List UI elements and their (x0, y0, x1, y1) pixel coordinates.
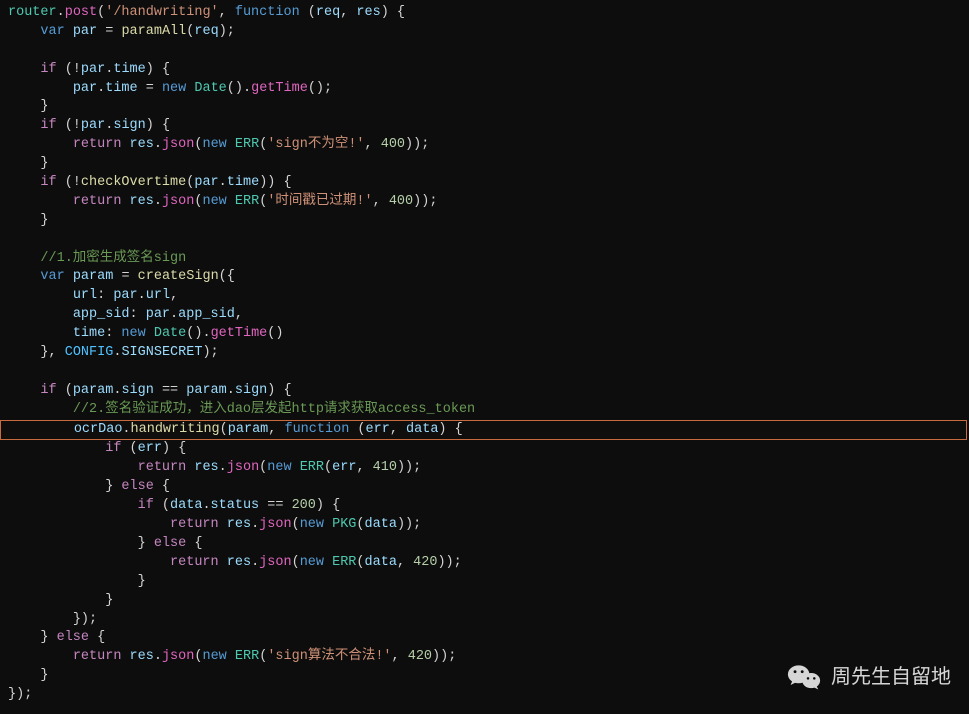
code-line[interactable]: //2.签名验证成功，进入dao层发起http请求获取access_token (8, 401, 969, 420)
code-line[interactable]: return res.json(new ERR(data, 420)); (8, 554, 969, 573)
code-line[interactable]: return res.json(new ERR('时间戳已过期!', 400))… (8, 193, 969, 212)
code-line[interactable]: if (!par.time) { (8, 61, 969, 80)
code-line[interactable]: } (8, 592, 969, 611)
code-line[interactable] (8, 42, 969, 61)
code-line[interactable]: return res.json(new PKG(data)); (8, 516, 969, 535)
code-line[interactable]: } (8, 155, 969, 174)
code-editor[interactable]: router.post('/handwriting', function (re… (0, 0, 969, 705)
code-line[interactable]: }); (8, 611, 969, 630)
code-line[interactable]: app_sid: par.app_sid, (8, 306, 969, 325)
code-line[interactable]: if (param.sign == param.sign) { (8, 382, 969, 401)
code-line[interactable]: } (8, 212, 969, 231)
code-line[interactable]: }, CONFIG.SIGNSECRET); (8, 344, 969, 363)
code-line[interactable]: return res.json(new ERR('sign不为空!', 400)… (8, 136, 969, 155)
code-line[interactable]: } else { (8, 629, 969, 648)
code-line[interactable]: url: par.url, (8, 287, 969, 306)
watermark: 周先生自留地 (787, 660, 951, 694)
code-line[interactable]: par.time = new Date().getTime(); (8, 80, 969, 99)
code-line[interactable] (8, 363, 969, 382)
code-line[interactable]: } (8, 98, 969, 117)
code-line[interactable]: if (!par.sign) { (8, 117, 969, 136)
code-line[interactable]: //1.加密生成签名sign (8, 250, 969, 269)
code-line[interactable]: time: new Date().getTime() (8, 325, 969, 344)
code-line[interactable]: if (!checkOvertime(par.time)) { (8, 174, 969, 193)
code-line[interactable]: ocrDao.handwriting(param, function (err,… (0, 420, 967, 441)
wechat-icon (787, 660, 821, 694)
code-line[interactable]: router.post('/handwriting', function (re… (8, 4, 969, 23)
code-line[interactable]: } else { (8, 535, 969, 554)
code-line[interactable] (8, 231, 969, 250)
code-line[interactable]: var param = createSign({ (8, 268, 969, 287)
code-line[interactable]: } (8, 573, 969, 592)
watermark-text: 周先生自留地 (831, 663, 951, 691)
code-line[interactable]: } else { (8, 478, 969, 497)
code-line[interactable]: if (data.status == 200) { (8, 497, 969, 516)
code-line[interactable]: return res.json(new ERR(err, 410)); (8, 459, 969, 478)
code-line[interactable]: if (err) { (8, 440, 969, 459)
code-line[interactable]: var par = paramAll(req); (8, 23, 969, 42)
